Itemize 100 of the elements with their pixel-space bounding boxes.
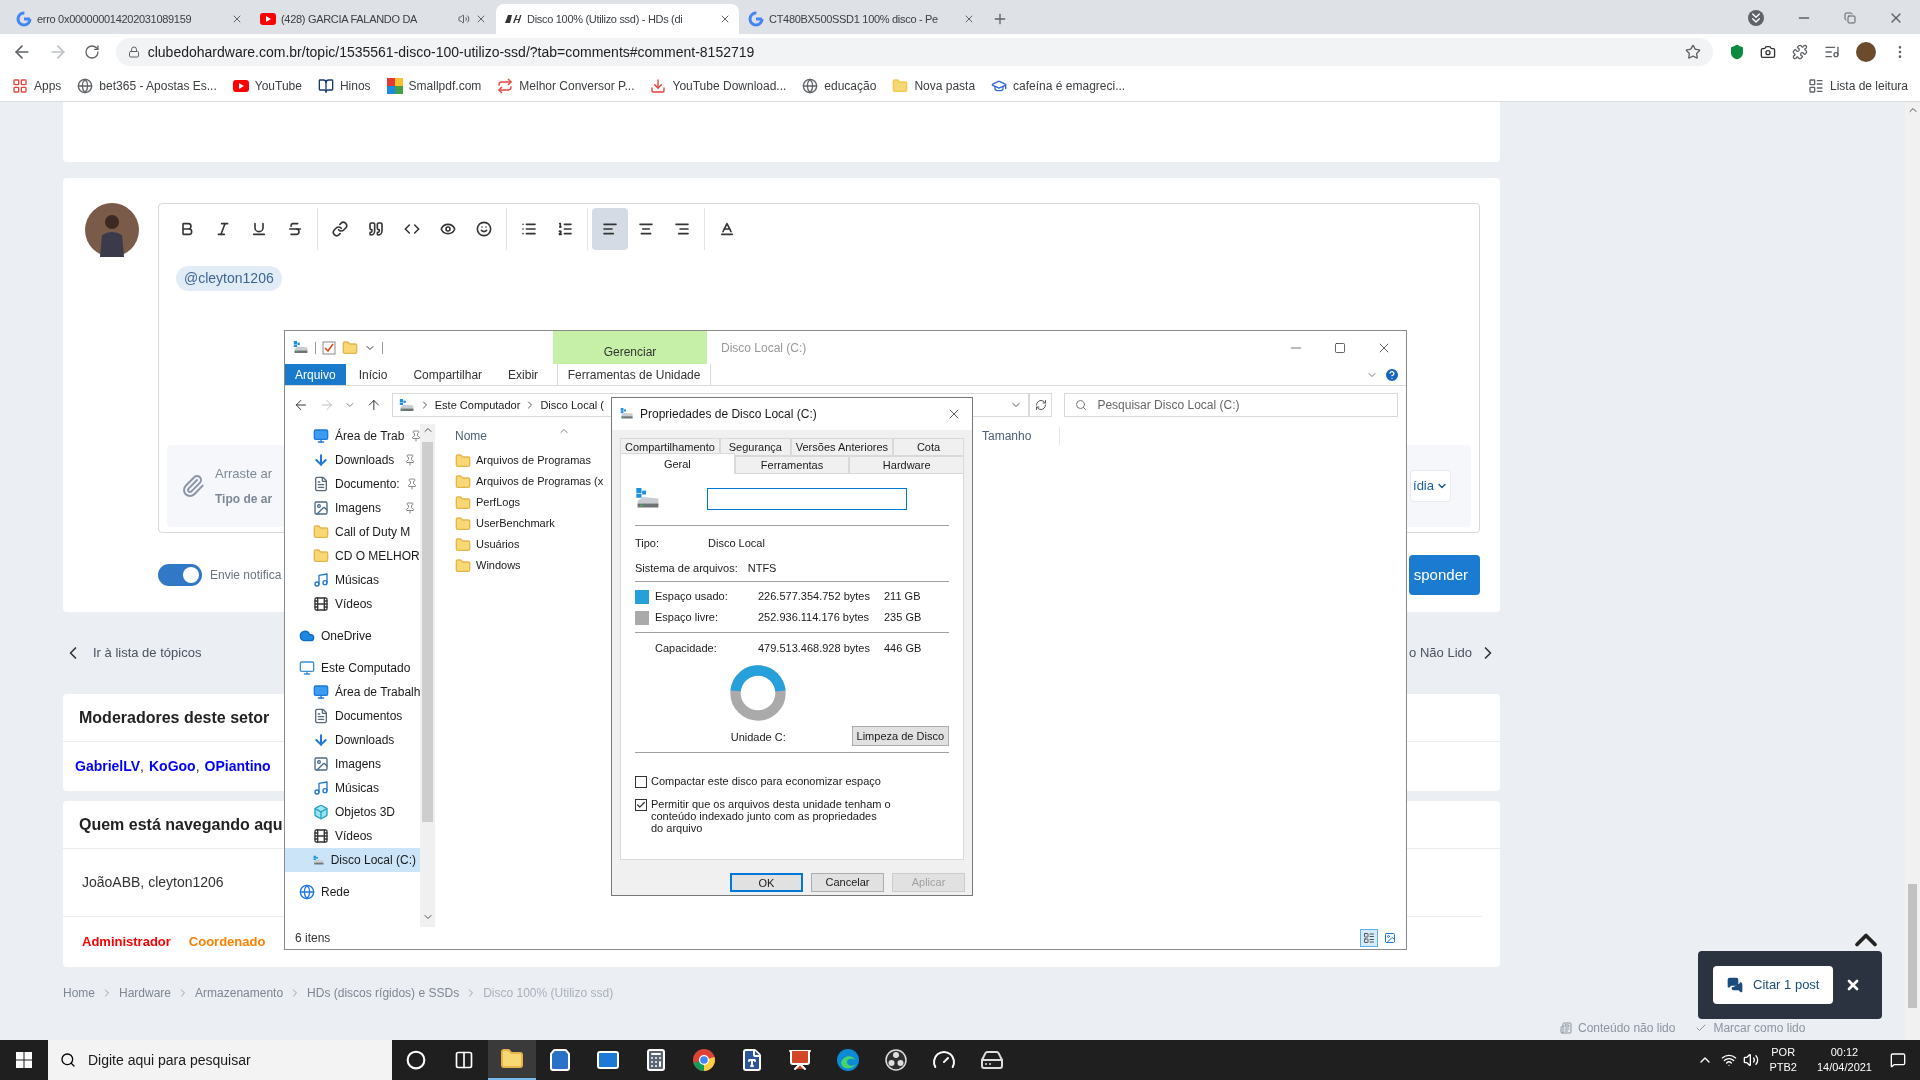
- notify-toggle[interactable]: [158, 564, 202, 586]
- next-link[interactable]: o Não Lido: [1409, 643, 1472, 663]
- nav-item[interactable]: Área de Trab: [285, 424, 420, 448]
- clock[interactable]: 00:12 14/04/2021: [1816, 1045, 1872, 1075]
- network-icon[interactable]: [1721, 1052, 1738, 1068]
- scrollbar-thumb[interactable]: [1908, 884, 1917, 1008]
- back-link[interactable]: Ir à lista de tópicos: [93, 643, 202, 663]
- notifications-icon[interactable]: [1890, 1052, 1906, 1068]
- path-segment[interactable]: Disco Local (: [540, 396, 604, 414]
- nav-item[interactable]: Downloads: [285, 728, 420, 752]
- dialog-button[interactable]: Cancelar: [811, 873, 884, 892]
- moderator-link[interactable]: GabrielLV: [75, 756, 141, 777]
- checkbox[interactable]: [635, 799, 647, 811]
- nav-item[interactable]: Músicas: [285, 568, 420, 592]
- bookmark[interactable]: bet365 - Apostas Es...: [77, 76, 217, 95]
- file-row[interactable]: Windows: [455, 555, 521, 576]
- refresh-button[interactable]: [1028, 393, 1053, 417]
- bookmark[interactable]: Melhor Conversor P...: [497, 76, 635, 95]
- moderator-link[interactable]: KoGoo: [149, 756, 196, 777]
- nav-item[interactable]: Vídeos: [285, 592, 420, 616]
- details-view-button[interactable]: [1360, 929, 1378, 947]
- up-icon[interactable]: [366, 397, 382, 413]
- shield-icon[interactable]: [1728, 44, 1745, 60]
- close-icon[interactable]: [719, 13, 731, 25]
- path-segment[interactable]: Este Computador: [434, 396, 521, 414]
- windows-icon[interactable]: [16, 1052, 32, 1068]
- bookmark[interactable]: Nova pasta: [892, 76, 976, 95]
- nav-item[interactable]: Call of Duty M: [285, 520, 420, 544]
- ribbon-tab[interactable]: Exibir: [495, 364, 552, 385]
- ribbon-tab[interactable]: Arquivo: [285, 364, 346, 385]
- profile-avatar[interactable]: [1856, 42, 1877, 62]
- nav-item[interactable]: Vídeos: [285, 824, 420, 848]
- reading-list-button[interactable]: Lista de leitura: [1807, 76, 1908, 95]
- star-icon[interactable]: [1684, 44, 1701, 60]
- browser-tab[interactable]: Disco 100% (Utilizo ssd) - HDs (di: [496, 4, 739, 34]
- file-row[interactable]: UserBenchmark: [455, 513, 555, 534]
- quote-button[interactable]: Citar 1 post: [1713, 966, 1834, 1004]
- taskbar-search[interactable]: Digite aqui para pesquisar: [48, 1040, 392, 1080]
- bookmark[interactable]: Smallpdf.com: [386, 76, 482, 95]
- nav-item[interactable]: Músicas: [285, 776, 420, 800]
- checkbox[interactable]: [635, 776, 647, 788]
- address-bar[interactable]: clubedohardware.com.br/topic/1535561-disco-100-utilizo-ssd/?tab=comments#comment-8152719: [115, 38, 1713, 66]
- bookmark[interactable]: Hinos: [317, 76, 371, 95]
- ribbon-tab[interactable]: Início: [345, 364, 401, 385]
- nav-item[interactable]: OneDrive: [285, 624, 420, 648]
- cleanup-button[interactable]: Limpeza de Disco: [851, 726, 949, 746]
- dialog-tab[interactable]: Segurança: [719, 438, 791, 456]
- volume-icon[interactable]: [1743, 1052, 1760, 1068]
- file-row[interactable]: Usuários: [455, 534, 520, 555]
- name-field[interactable]: [707, 487, 907, 510]
- restore-icon[interactable]: [1844, 12, 1856, 24]
- help-icon[interactable]: [1384, 366, 1400, 383]
- nav-item[interactable]: Objetos 3D: [285, 800, 420, 824]
- bookmark[interactable]: educação: [802, 76, 877, 95]
- nav-item[interactable]: Disco Local (C:): [285, 848, 420, 872]
- checklist-icon[interactable]: [322, 340, 336, 355]
- nav-item[interactable]: Imagens: [285, 496, 420, 520]
- submit-button[interactable]: sponder: [1409, 555, 1480, 595]
- scrollbar-thumb[interactable]: [422, 442, 433, 822]
- back-icon[interactable]: [293, 397, 309, 413]
- mention-tag[interactable]: @cleyton1206: [176, 266, 282, 291]
- ribbon-tab[interactable]: Ferramentas de Unidade: [557, 364, 712, 385]
- speaker-icon[interactable]: [458, 13, 470, 25]
- nav-item[interactable]: Documento:: [285, 472, 420, 496]
- nav-item[interactable]: Rede: [285, 880, 420, 904]
- bookmark[interactable]: YouTube: [232, 76, 302, 95]
- file-row[interactable]: PerfLogs: [455, 492, 521, 513]
- file-row[interactable]: Arquivos de Programas: [455, 450, 591, 471]
- dialog-tab[interactable]: Geral: [620, 453, 735, 474]
- media-icon[interactable]: [1824, 44, 1841, 60]
- taskbar-app[interactable]: [488, 1040, 536, 1080]
- camera-icon[interactable]: [1760, 44, 1777, 60]
- bookmark[interactable]: Apps: [12, 76, 62, 95]
- ribbon-tab[interactable]: Compartilhar: [400, 364, 496, 385]
- nav-item[interactable]: Este Computado: [285, 656, 420, 680]
- dialog-tab[interactable]: Ferramentas: [734, 456, 850, 474]
- media-button[interactable]: ídia: [1410, 470, 1451, 502]
- bookmark[interactable]: YouTube Download...: [650, 76, 787, 95]
- nav-item[interactable]: Downloads: [285, 448, 420, 472]
- moderator-link[interactable]: OPiantino: [204, 756, 271, 777]
- tab-search-icon[interactable]: [1748, 10, 1764, 26]
- nav-item[interactable]: Imagens: [285, 752, 420, 776]
- search-field[interactable]: Pesquisar Disco Local (C:): [1064, 393, 1398, 417]
- column-header[interactable]: Tamanho: [982, 427, 1061, 445]
- bookmark[interactable]: cafeína é emagreci...: [991, 76, 1126, 95]
- reload-icon[interactable]: [83, 44, 100, 60]
- nav-item[interactable]: CD O MELHOR: [285, 544, 420, 568]
- dialog-tab[interactable]: Versões Anteriores: [790, 438, 894, 456]
- column-header[interactable]: Nome: [455, 427, 555, 445]
- dialog-tab[interactable]: Hardware: [849, 456, 964, 474]
- maximize-icon[interactable]: [1334, 341, 1346, 354]
- nav-item[interactable]: Área de Trabalh: [285, 680, 420, 704]
- dialog-tab[interactable]: Cota: [893, 438, 964, 456]
- file-row[interactable]: Arquivos de Programas (x: [455, 471, 604, 492]
- language-indicator[interactable]: POR PTB2: [1769, 1045, 1797, 1075]
- nav-item[interactable]: Documentos: [285, 704, 420, 728]
- extensions-icon[interactable]: [1792, 44, 1809, 60]
- dialog-button[interactable]: OK: [730, 873, 803, 892]
- new-tab-icon[interactable]: [992, 11, 1008, 27]
- thumbnails-icon[interactable]: [1384, 932, 1396, 944]
